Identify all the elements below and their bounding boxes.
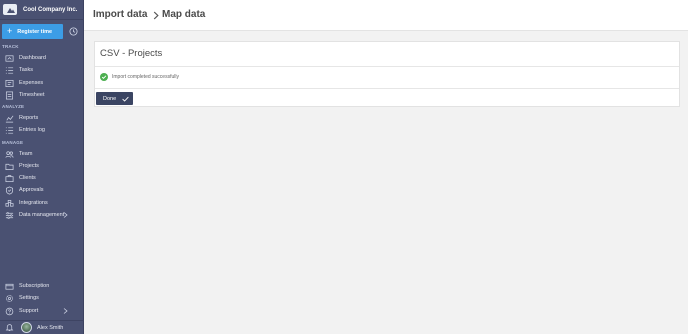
sidebar-item-expenses[interactable]: Expenses [0,77,84,89]
sidebar-item-label: Tasks [19,67,34,73]
section-manage: MANAGE [2,140,24,145]
credit-card-icon [5,283,14,290]
receipt-icon [5,79,14,87]
register-time-button[interactable]: + Register time [2,24,63,39]
register-row: + Register time [2,24,80,39]
divider [95,88,679,89]
chart-icon [5,115,14,122]
dashboard-icon [5,54,14,62]
plus-icon: + [7,26,13,36]
sidebar-item-tasks[interactable]: Tasks [0,64,84,76]
chevron-right-icon [153,11,159,20]
card-title: CSV - Projects [100,48,163,59]
sidebar-item-label: Timesheet [19,92,45,98]
sidebar-item-entries-log[interactable]: Entries log [0,124,84,136]
sidebar-item-support[interactable]: Support [0,305,84,317]
status-row: Import completed successfully [100,73,179,81]
avatar[interactable] [21,322,32,333]
sidebar-item-settings[interactable]: Settings [0,292,84,304]
chevron-right-icon [63,308,68,314]
section-track: TRACK [2,44,19,49]
integrations-icon [5,199,14,207]
sidebar-item-label: Expenses [19,80,44,86]
company-switcher[interactable]: Cool Company Inc. [0,0,84,20]
sidebar-item-reports[interactable]: Reports [0,112,84,124]
check-circle-icon [100,73,108,81]
status-text: Import completed successfully [112,74,179,80]
sidebar-item-label: Subscription [19,283,50,289]
check-icon [122,96,129,102]
page-header: Import data Map data [84,0,688,31]
sidebar-item-label: Reports [19,115,39,121]
sidebar-item-approvals[interactable]: Approvals [0,184,84,196]
clock-icon[interactable] [69,27,78,36]
divider [95,66,679,67]
sidebar-item-label: Entries log [19,127,45,133]
breadcrumb-map-data: Map data [162,9,206,20]
sidebar-item-label: Projects [19,163,39,169]
breadcrumb-import-data[interactable]: Import data [93,9,147,20]
sliders-icon [5,211,14,219]
user-bar: Alex Smith [0,320,84,334]
sidebar: Cool Company Inc. + Register time TRACK … [0,0,84,334]
import-result-card: CSV - Projects Import completed successf… [94,41,680,107]
sidebar-item-clients[interactable]: Clients [0,172,84,184]
timesheet-icon [5,91,14,99]
list-icon [5,66,14,74]
sidebar-item-label: Integrations [19,200,48,206]
sidebar-item-label: Approvals [19,187,44,193]
gear-icon [6,294,13,302]
user-name[interactable]: Alex Smith [37,325,63,331]
sidebar-item-integrations[interactable]: Integrations [0,197,84,209]
shield-check-icon [5,186,14,194]
chevron-right-icon [63,212,68,218]
done-button[interactable]: Done [96,92,133,105]
log-icon [5,126,14,134]
team-icon [5,150,14,158]
sidebar-item-timesheet[interactable]: Timesheet [0,89,84,101]
done-label: Done [103,95,117,102]
sidebar-item-label: Data management [19,212,65,218]
sidebar-item-label: Team [19,151,33,157]
briefcase-icon [5,174,14,182]
sidebar-item-label: Support [19,308,39,314]
bell-icon[interactable] [5,323,14,332]
company-name: Cool Company Inc. [23,6,78,13]
sidebar-item-team[interactable]: Team [0,148,84,160]
sidebar-item-label: Clients [19,175,36,181]
sidebar-item-dashboard[interactable]: Dashboard [0,52,84,64]
help-icon [5,307,14,315]
sidebar-item-projects[interactable]: Projects [0,160,84,172]
section-analyze: ANALYZE [2,104,25,109]
register-time-label: Register time [17,28,53,35]
cloud-logo-icon [3,4,17,15]
sidebar-item-label: Settings [19,295,39,301]
sidebar-item-subscription[interactable]: Subscription [0,280,84,292]
sidebar-item-data-management[interactable]: Data management [0,209,84,221]
sidebar-item-label: Dashboard [19,55,46,61]
folder-icon [5,163,14,170]
